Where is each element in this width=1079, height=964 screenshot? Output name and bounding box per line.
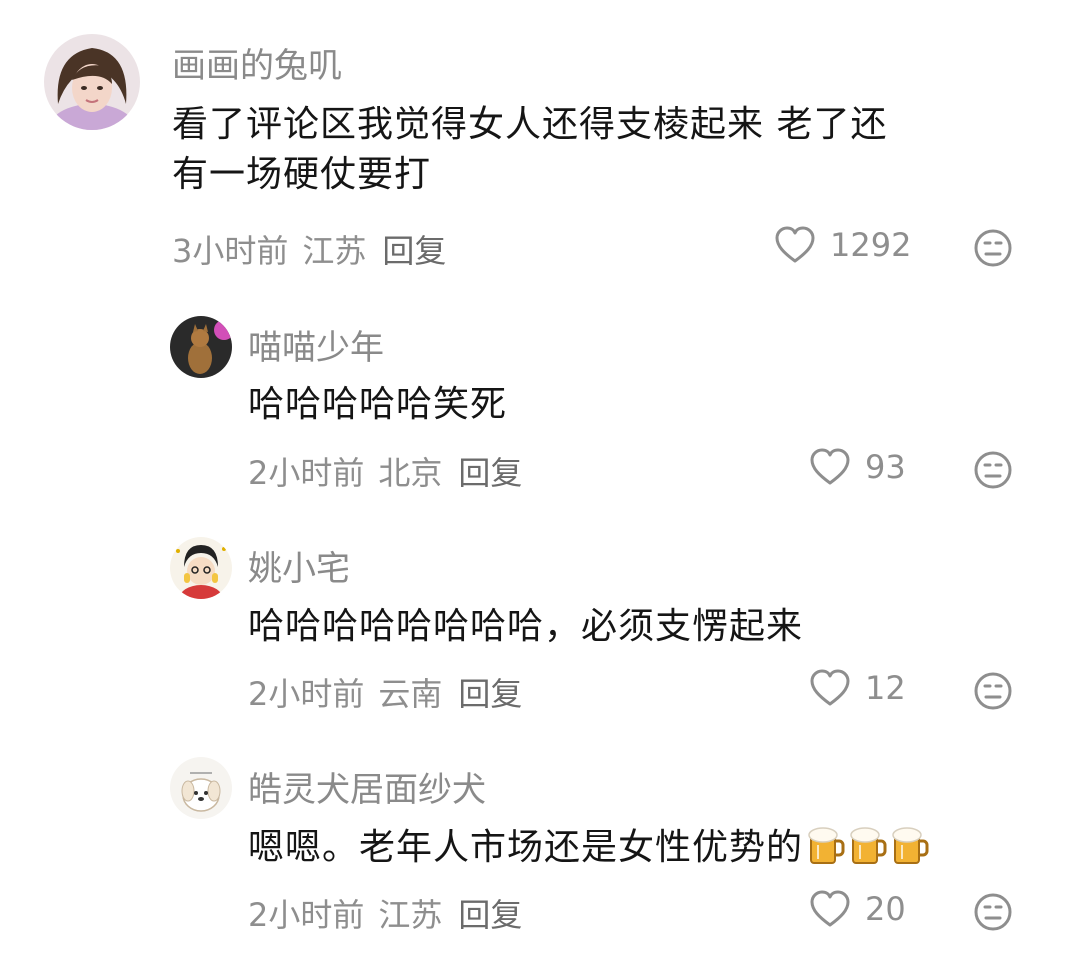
like-count: 1292 (830, 226, 912, 264)
avatar[interactable] (170, 316, 232, 378)
reply-button[interactable]: 回复 (382, 226, 446, 272)
comment-time: 2小时前 (248, 896, 365, 934)
comment-text: 哈哈哈哈哈哈哈哈，必须支愣起来 (248, 602, 1008, 652)
comment-text-line: 哈哈哈哈哈哈哈哈，必须支愣起来 (248, 606, 804, 647)
dislike-button[interactable] (973, 450, 1013, 490)
heart-icon (809, 448, 851, 486)
neutral-face-icon (973, 892, 1013, 932)
dislike-button[interactable] (973, 892, 1013, 932)
comment-time: 3小时前 (172, 232, 289, 270)
comment-text: 嗯嗯。老年人市场还是女性优势的 (248, 823, 1038, 879)
like-count: 20 (865, 890, 906, 928)
avatar[interactable] (170, 537, 232, 599)
like-button[interactable]: 20 (809, 890, 906, 928)
reply-button[interactable]: 回复 (458, 890, 522, 936)
beer-emoji-icon (849, 825, 887, 879)
dislike-button[interactable] (973, 228, 1013, 268)
like-button[interactable]: 12 (809, 669, 906, 707)
comment-text-line: 哈哈哈哈哈笑死 (248, 384, 508, 425)
comment-location: 江苏 (302, 232, 367, 270)
comment-text: 哈哈哈哈哈笑死 (248, 380, 1008, 430)
comment-text-line: 有一场硬仗要打 (172, 154, 432, 196)
comment-meta: 2小时前 江苏 回复 (248, 890, 522, 936)
comment-text-line: 嗯嗯。老年人市场还是女性优势的 (248, 827, 804, 868)
like-count: 93 (865, 448, 906, 486)
reply-button[interactable]: 回复 (458, 448, 522, 494)
comment-location: 云南 (378, 675, 443, 713)
like-button[interactable]: 93 (809, 448, 906, 486)
neutral-face-icon (973, 450, 1013, 490)
neutral-face-icon (973, 671, 1013, 711)
comment-text: 看了评论区我觉得女人还得支棱起来 老了还 有一场硬仗要打 (172, 100, 1032, 201)
username[interactable]: 姚小宅 (248, 541, 350, 590)
username[interactable]: 画画的兔叽 (172, 38, 342, 87)
comment-meta: 3小时前 江苏 回复 (172, 226, 446, 272)
beer-emoji-icon (891, 825, 929, 879)
comment-time: 2小时前 (248, 675, 365, 713)
avatar[interactable] (170, 757, 232, 819)
dislike-button[interactable] (973, 671, 1013, 711)
beer-emoji-icon (807, 825, 845, 879)
like-button[interactable]: 1292 (774, 226, 911, 264)
username[interactable]: 喵喵少年 (248, 320, 384, 369)
heart-icon (809, 669, 851, 707)
reply-button[interactable]: 回复 (458, 669, 522, 715)
heart-icon (774, 226, 816, 264)
comment-text-line: 看了评论区我觉得女人还得支棱起来 老了还 (172, 104, 888, 145)
heart-icon (809, 890, 851, 928)
neutral-face-icon (973, 228, 1013, 268)
comment-location: 北京 (378, 454, 443, 492)
avatar[interactable] (44, 34, 140, 130)
username[interactable]: 皓灵犬居面纱犬 (248, 762, 486, 811)
comment-meta: 2小时前 北京 回复 (248, 448, 522, 494)
like-count: 12 (865, 669, 906, 707)
comment-location: 江苏 (378, 896, 443, 934)
comment-meta: 2小时前 云南 回复 (248, 669, 522, 715)
comment-time: 2小时前 (248, 454, 365, 492)
